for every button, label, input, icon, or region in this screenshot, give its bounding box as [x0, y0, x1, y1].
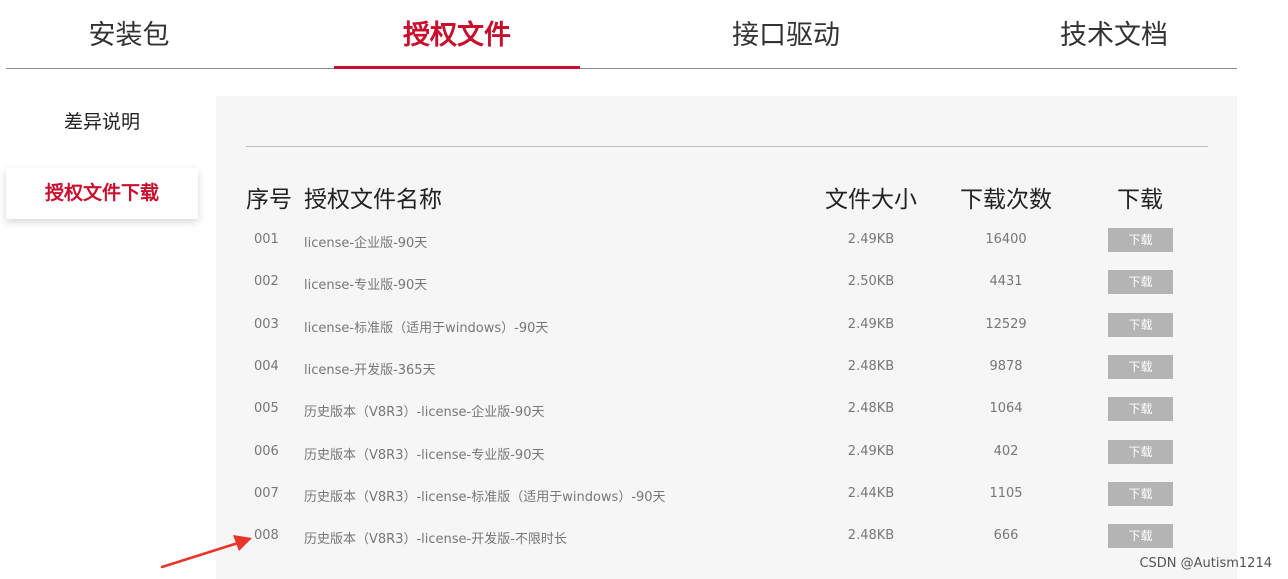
watermark: CSDN @Autism1214: [1139, 556, 1272, 571]
annotation-arrow-icon: [160, 535, 252, 569]
